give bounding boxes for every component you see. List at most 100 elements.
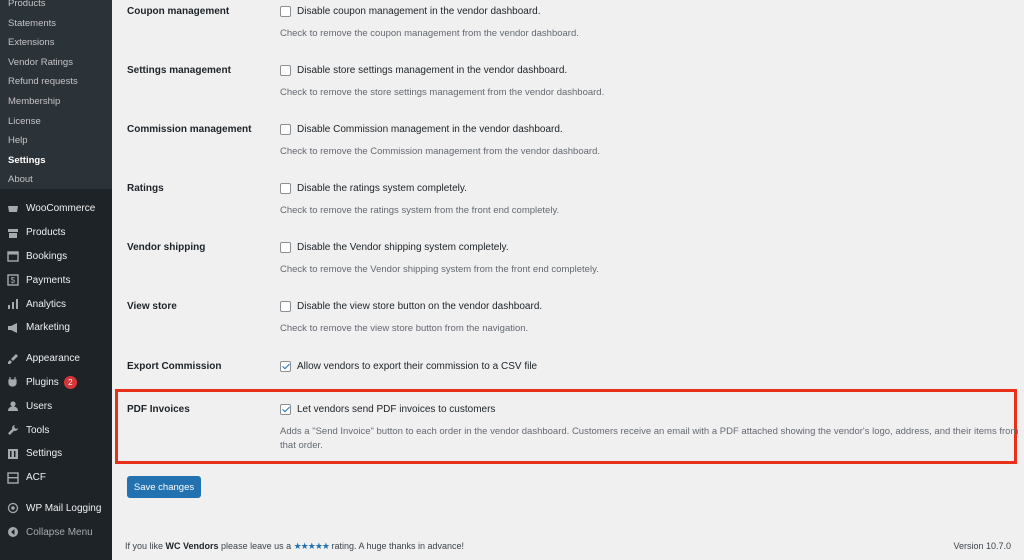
submenu-item-extensions[interactable]: Extensions (0, 33, 112, 53)
megaphone-icon (6, 321, 20, 335)
menu-item-label: Collapse Menu (26, 526, 93, 538)
checkbox-option[interactable]: Disable coupon management in the vendor … (280, 6, 1020, 17)
checkbox-option[interactable]: Disable the view store button on the ven… (280, 301, 1020, 312)
menu-item-marketing[interactable]: Marketing (0, 316, 112, 340)
checkbox-label: Let vendors send PDF invoices to custome… (297, 404, 496, 415)
checkbox-option[interactable]: Disable the Vendor shipping system compl… (280, 242, 1020, 253)
submenu-item-vendor-ratings[interactable]: Vendor Ratings (0, 53, 112, 73)
setting-description: Check to remove the view store button fr… (280, 323, 529, 334)
admin-sidebar: Products Statements Extensions Vendor Ratin… (0, 0, 112, 560)
version-text: Version 10.7.0 (953, 541, 1011, 551)
checkbox-label: Disable Commission management in the ven… (297, 124, 563, 135)
submenu-item-about[interactable]: About (0, 170, 112, 190)
footer-brand[interactable]: WC Vendors (166, 541, 219, 551)
woocommerce-icon (6, 202, 20, 216)
rating-stars-link[interactable]: ★★★★★ (294, 541, 330, 551)
menu-item-label: Appearance (26, 353, 80, 365)
menu-item-acf[interactable]: ACF (0, 466, 112, 490)
submenu-item-refund-requests[interactable]: Refund requests (0, 72, 112, 92)
checkbox[interactable] (280, 6, 291, 17)
menu-item-label: Payments (26, 274, 71, 286)
menu-item-users[interactable]: Users (0, 394, 112, 418)
checkbox-label: Allow vendors to export their commission… (297, 361, 538, 372)
checkbox[interactable] (280, 361, 291, 372)
setting-label: Ratings (127, 183, 164, 194)
checkbox-option[interactable]: Let vendors send PDF invoices to custome… (280, 404, 1020, 415)
menu-item-label: Users (26, 400, 53, 412)
setting-field: Disable coupon management in the vendor … (280, 6, 1020, 41)
setting-label: PDF Invoices (127, 404, 190, 415)
submenu-item-settings[interactable]: Settings (0, 151, 112, 171)
setting-field: Disable store settings management in the… (280, 65, 1020, 100)
checkbox[interactable] (280, 404, 291, 415)
menu-item-collapse-menu[interactable]: Collapse Menu (0, 520, 112, 544)
setting-label: Vendor shipping (127, 242, 206, 253)
checkbox[interactable] (280, 242, 291, 253)
footer-suffix: rating. A huge thanks in advance! (328, 541, 465, 551)
menu-item-label: Products (26, 227, 66, 239)
setting-field: Disable Commission management in the ven… (280, 124, 1020, 159)
wc-vendors-submenu: Products Statements Extensions Vendor Ratin… (0, 0, 112, 189)
menu-item-appearance[interactable]: Appearance (0, 347, 112, 371)
checkbox-option[interactable]: Allow vendors to export their commission… (280, 361, 1020, 372)
setting-description: Check to remove the store settings manag… (280, 87, 605, 98)
setting-description: Check to remove the Vendor shipping syst… (280, 264, 599, 275)
checkbox-label: Disable the view store button on the ven… (297, 301, 543, 312)
menu-item-analytics[interactable]: Analytics (0, 292, 112, 316)
menu-item-label: Plugins (26, 376, 59, 388)
archive-icon (6, 226, 20, 240)
menu-item-tools[interactable]: Tools (0, 418, 112, 442)
setting-field: Disable the view store button on the ven… (280, 301, 1020, 336)
menu-item-settings[interactable]: Settings (0, 442, 112, 466)
footer-prefix: If you like (125, 541, 166, 551)
checkbox-label: Disable store settings management in the… (297, 65, 568, 76)
menu-item-label: Tools (26, 424, 50, 436)
menu-item-wp-mail-logging[interactable]: WP Mail Logging (0, 497, 112, 521)
submenu-item-membership[interactable]: Membership (0, 92, 112, 112)
checkbox[interactable] (280, 301, 291, 312)
settings-main: Coupon management Disable coupon manageme… (112, 0, 1024, 560)
grid-icon (6, 471, 20, 485)
checkbox[interactable] (280, 65, 291, 76)
setting-label: Settings management (127, 65, 231, 76)
setting-field: Allow vendors to export their commission… (280, 361, 1020, 372)
setting-description: Check to remove the coupon management fr… (280, 28, 579, 39)
dollar-icon: $ (6, 273, 20, 287)
submenu-item-products[interactable]: Products (0, 0, 112, 14)
checkbox-option[interactable]: Disable the ratings system completely. (280, 183, 1020, 194)
checkbox-option[interactable]: Disable Commission management in the ven… (280, 124, 1020, 135)
menu-item-label: ACF (26, 472, 46, 484)
submenu-item-help[interactable]: Help (0, 131, 112, 151)
menu-item-label: Bookings (26, 250, 68, 262)
at-sign-icon (6, 501, 20, 515)
sliders-icon (6, 447, 20, 461)
footer-middle: please leave us a (218, 541, 294, 551)
menu-item-label: Analytics (26, 298, 67, 310)
setting-field: Disable the ratings system completely. Ch… (280, 183, 1020, 218)
save-changes-button[interactable]: Save changes (127, 476, 201, 498)
setting-field: Let vendors send PDF invoices to custome… (280, 404, 1020, 453)
menu-item-plugins[interactable]: Plugins 2 (0, 371, 112, 395)
checkbox-option[interactable]: Disable store settings management in the… (280, 65, 1020, 76)
setting-description: Adds a "Send Invoice" button to each ord… (280, 426, 1019, 451)
svg-text:$: $ (11, 276, 16, 285)
menu-item-bookings[interactable]: Bookings (0, 245, 112, 269)
checkbox-label: Disable the ratings system completely. (297, 183, 467, 194)
setting-label: Export Commission (127, 361, 222, 372)
footer-credits: If you like WC Vendors please leave us a… (125, 541, 464, 552)
menu-item-products[interactable]: Products (0, 221, 112, 245)
checkbox[interactable] (280, 124, 291, 135)
chart-bar-icon (6, 297, 20, 311)
submenu-item-license[interactable]: License (0, 112, 112, 132)
checkbox[interactable] (280, 183, 291, 194)
user-icon (6, 399, 20, 413)
menu-item-payments[interactable]: $ Payments (0, 268, 112, 292)
menu-item-label: Settings (26, 448, 63, 460)
menu-item-label: Marketing (26, 322, 70, 334)
checkbox-label: Disable coupon management in the vendor … (297, 6, 541, 17)
menu-item-woocommerce[interactable]: WooCommerce (0, 197, 112, 221)
submenu-item-statements[interactable]: Statements (0, 14, 112, 34)
update-count-badge: 2 (63, 375, 77, 389)
setting-label: Commission management (127, 124, 252, 135)
plug-icon (6, 375, 20, 389)
